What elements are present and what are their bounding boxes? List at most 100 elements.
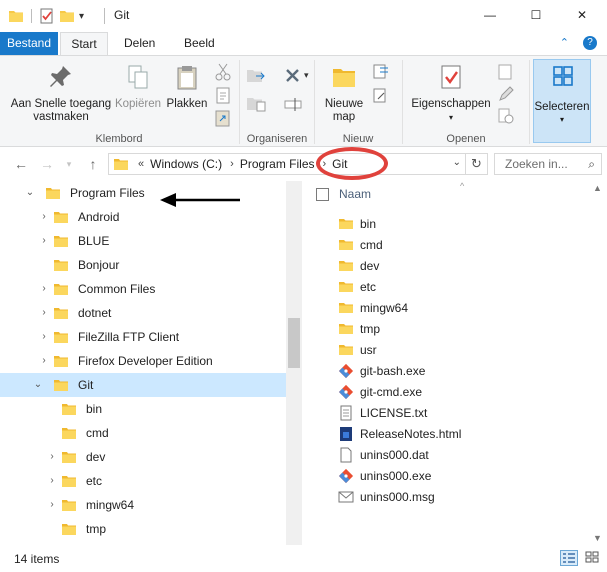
breadcrumb-program-files[interactable]: Program Files [240,157,315,171]
breadcrumb-git[interactable]: Git [332,157,347,171]
tree-item-label: Program Files [70,186,145,200]
nav-scrollbar-thumb[interactable] [288,318,300,368]
search-input[interactable]: Zoeken in... ⌕ [494,153,602,175]
new-folder-icon[interactable] [59,8,75,24]
chevron-down-icon[interactable]: ⌄ [32,379,44,391]
tree-item[interactable]: ⌄ Program Files [0,181,288,205]
breadcrumb-windows-c[interactable]: Windows (C:) [150,157,222,171]
tree-item[interactable]: bin [0,397,288,421]
file-row[interactable]: tmp [338,318,578,339]
new-folder-button[interactable]: Nieuwe map [321,64,367,124]
file-row[interactable]: etc [338,276,578,297]
up-button[interactable]: ↑ [84,155,102,173]
refresh-button[interactable]: ↻ [466,153,488,175]
scroll-up-icon[interactable]: ▲ [593,183,602,193]
tree-item[interactable]: › mingw64 [0,493,288,517]
recent-locations-button[interactable]: ▾ [60,155,78,173]
tree-item[interactable]: cmd [0,421,288,445]
open-icon[interactable] [495,62,517,82]
file-row[interactable]: git-cmd.exe [338,381,578,402]
close-icon: ✕ [576,8,588,22]
details-view-button[interactable] [560,550,578,566]
copy-to-icon[interactable] [246,94,268,114]
file-row[interactable]: unins000.msg [338,486,578,507]
chevron-right-icon[interactable]: › [38,331,50,343]
history-icon[interactable] [495,106,517,126]
chevron-right-icon[interactable]: › [230,158,234,170]
scroll-down-icon[interactable]: ▼ [593,533,602,543]
chevron-right-icon[interactable]: › [323,158,327,170]
tree-item[interactable]: › BLUE [0,229,288,253]
tree-item[interactable]: › FileZilla FTP Client [0,325,288,349]
file-row[interactable]: unins000.exe [338,465,578,486]
ribbon-collapse-icon[interactable]: ⌃ [560,36,569,50]
move-to-icon[interactable] [246,66,268,86]
maximize-button[interactable]: ☐ [513,0,559,30]
select-all-checkbox[interactable] [316,187,329,201]
folder-icon [54,308,68,319]
forward-button[interactable]: → [38,155,56,173]
chevron-right-icon[interactable]: › [46,475,58,487]
large-icons-view-button[interactable] [584,550,602,566]
tree-item-label: cmd [86,426,109,440]
copy-path-icon[interactable] [212,86,234,106]
chevron-down-icon[interactable]: ▾ [79,11,84,22]
file-row[interactable]: git-bash.exe [338,360,578,381]
minimize-button[interactable]: — [467,0,513,30]
arrow-right-icon: → [40,156,54,172]
help-icon[interactable]: ? [583,36,597,50]
chevron-right-icon[interactable]: › [38,283,50,295]
address-bar[interactable]: « Windows (C:) › Program Files › Git ⌄ [108,153,466,175]
file-row[interactable]: ReleaseNotes.html [338,423,578,444]
paste-shortcut-icon[interactable] [212,108,234,128]
chevron-right-icon[interactable]: › [38,355,50,367]
properties-icon[interactable] [39,8,55,24]
tree-item[interactable]: Bonjour [0,253,288,277]
edit-icon[interactable] [495,84,517,104]
folder-icon [338,342,354,358]
tab-start[interactable]: Start [60,32,108,55]
tree-item[interactable]: › Common Files [0,277,288,301]
file-row[interactable]: LICENSE.txt [338,402,578,423]
file-row[interactable]: dev [338,255,578,276]
select-button[interactable]: Selecteren ▾ [533,59,591,143]
tab-beeld[interactable]: Beeld [174,32,225,55]
file-row[interactable]: cmd [338,234,578,255]
file-row[interactable]: bin [338,213,578,234]
content-scrollbar[interactable]: ▲ ▼ [590,181,607,545]
chevron-down-icon[interactable]: ▾ [304,70,309,81]
delete-icon[interactable] [282,66,304,86]
chevron-down-icon[interactable]: ⌄ [24,187,36,199]
cut-icon[interactable] [212,62,234,82]
chevron-right-icon[interactable]: › [46,451,58,463]
overflow-crumb[interactable]: « [138,158,144,170]
chevron-right-icon[interactable]: › [46,499,58,511]
back-button[interactable]: ← [12,155,30,173]
close-button[interactable]: ✕ [559,0,605,30]
tree-item[interactable]: › etc [0,469,288,493]
file-row[interactable]: unins000.dat [338,444,578,465]
pin-quick-access-button[interactable]: Aan Snelle toegang vastmaken [6,64,116,124]
file-row[interactable]: usr [338,339,578,360]
tree-item[interactable]: › Firefox Developer Edition [0,349,288,373]
tree-item[interactable]: ⌄ Git [0,373,288,397]
chevron-right-icon[interactable]: › [38,307,50,319]
chevron-down-icon[interactable]: ▾ [407,111,495,124]
easy-access-icon[interactable] [371,86,393,106]
paste-button[interactable]: Plakken [164,64,210,111]
column-header-name[interactable]: Naam [316,187,371,201]
tab-delen[interactable]: Delen [114,32,165,55]
properties-button[interactable]: Eigenschappen ▾ [407,64,495,124]
tree-item[interactable]: › dotnet [0,301,288,325]
tree-item[interactable]: tmp [0,517,288,541]
tree-item[interactable]: › Android [0,205,288,229]
copy-button[interactable]: Kopiëren [112,64,164,111]
chevron-right-icon[interactable]: › [38,235,50,247]
rename-icon[interactable] [282,94,304,114]
chevron-down-icon[interactable]: ⌄ [453,157,461,168]
tab-bestand[interactable]: Bestand [0,32,58,55]
file-row[interactable]: mingw64 [338,297,578,318]
tree-item[interactable]: › dev [0,445,288,469]
chevron-right-icon[interactable]: › [38,211,50,223]
new-item-icon[interactable] [371,62,393,82]
